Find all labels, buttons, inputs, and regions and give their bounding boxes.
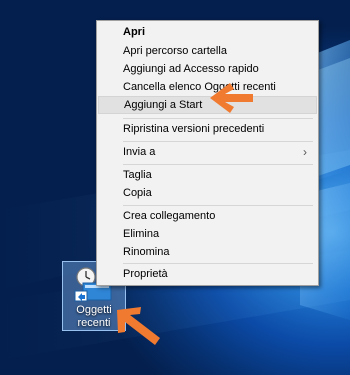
menu-item-cut[interactable]: Taglia: [98, 166, 317, 184]
menu-separator: [123, 118, 313, 119]
menu-separator: [123, 263, 313, 264]
menu-item-label: Crea collegamento: [123, 210, 216, 222]
menu-item-label: Apri percorso cartella: [123, 45, 227, 57]
menu-item-label: Apri: [123, 26, 145, 38]
menu-separator: [123, 164, 313, 165]
menu-item-pin-to-quick-access[interactable]: Aggiungi ad Accesso rapido: [98, 60, 317, 78]
menu-item-label: Aggiungi ad Accesso rapido: [123, 63, 259, 75]
menu-separator: [123, 205, 313, 206]
menu-item-properties[interactable]: Proprietà: [98, 265, 317, 283]
menu-separator: [123, 141, 313, 142]
menu-item-label: Aggiungi a Start: [124, 99, 203, 111]
menu-item-restore-previous-versions[interactable]: Ripristina versioni precedenti: [98, 120, 317, 138]
menu-item-label: Invia a: [123, 146, 156, 158]
chevron-right-icon: ›: [303, 145, 307, 159]
menu-item-delete[interactable]: Elimina: [98, 225, 317, 243]
menu-item-label: Copia: [123, 187, 152, 199]
menu-item-open-file-location[interactable]: Apri percorso cartella: [98, 42, 317, 60]
menu-item-label: Taglia: [123, 169, 152, 181]
menu-item-rename[interactable]: Rinomina: [98, 243, 317, 261]
menu-item-label: Rinomina: [123, 246, 170, 258]
menu-item-label: Elimina: [123, 228, 160, 240]
menu-item-create-shortcut[interactable]: Crea collegamento: [98, 207, 317, 225]
desktop[interactable]: Oggetti recenti Apri Apri percorso carte…: [0, 0, 350, 375]
menu-item-label: Proprietà: [123, 268, 168, 280]
context-menu: Apri Apri percorso cartella Aggiungi ad …: [96, 20, 319, 286]
menu-item-send-to[interactable]: Invia a ›: [98, 143, 317, 161]
menu-item-open[interactable]: Apri: [98, 23, 317, 41]
orange-arrow-icon: [210, 83, 253, 113]
orange-arrow-icon: [117, 307, 160, 345]
menu-item-copy[interactable]: Copia: [98, 184, 317, 202]
menu-item-label: Ripristina versioni precedenti: [123, 123, 265, 135]
